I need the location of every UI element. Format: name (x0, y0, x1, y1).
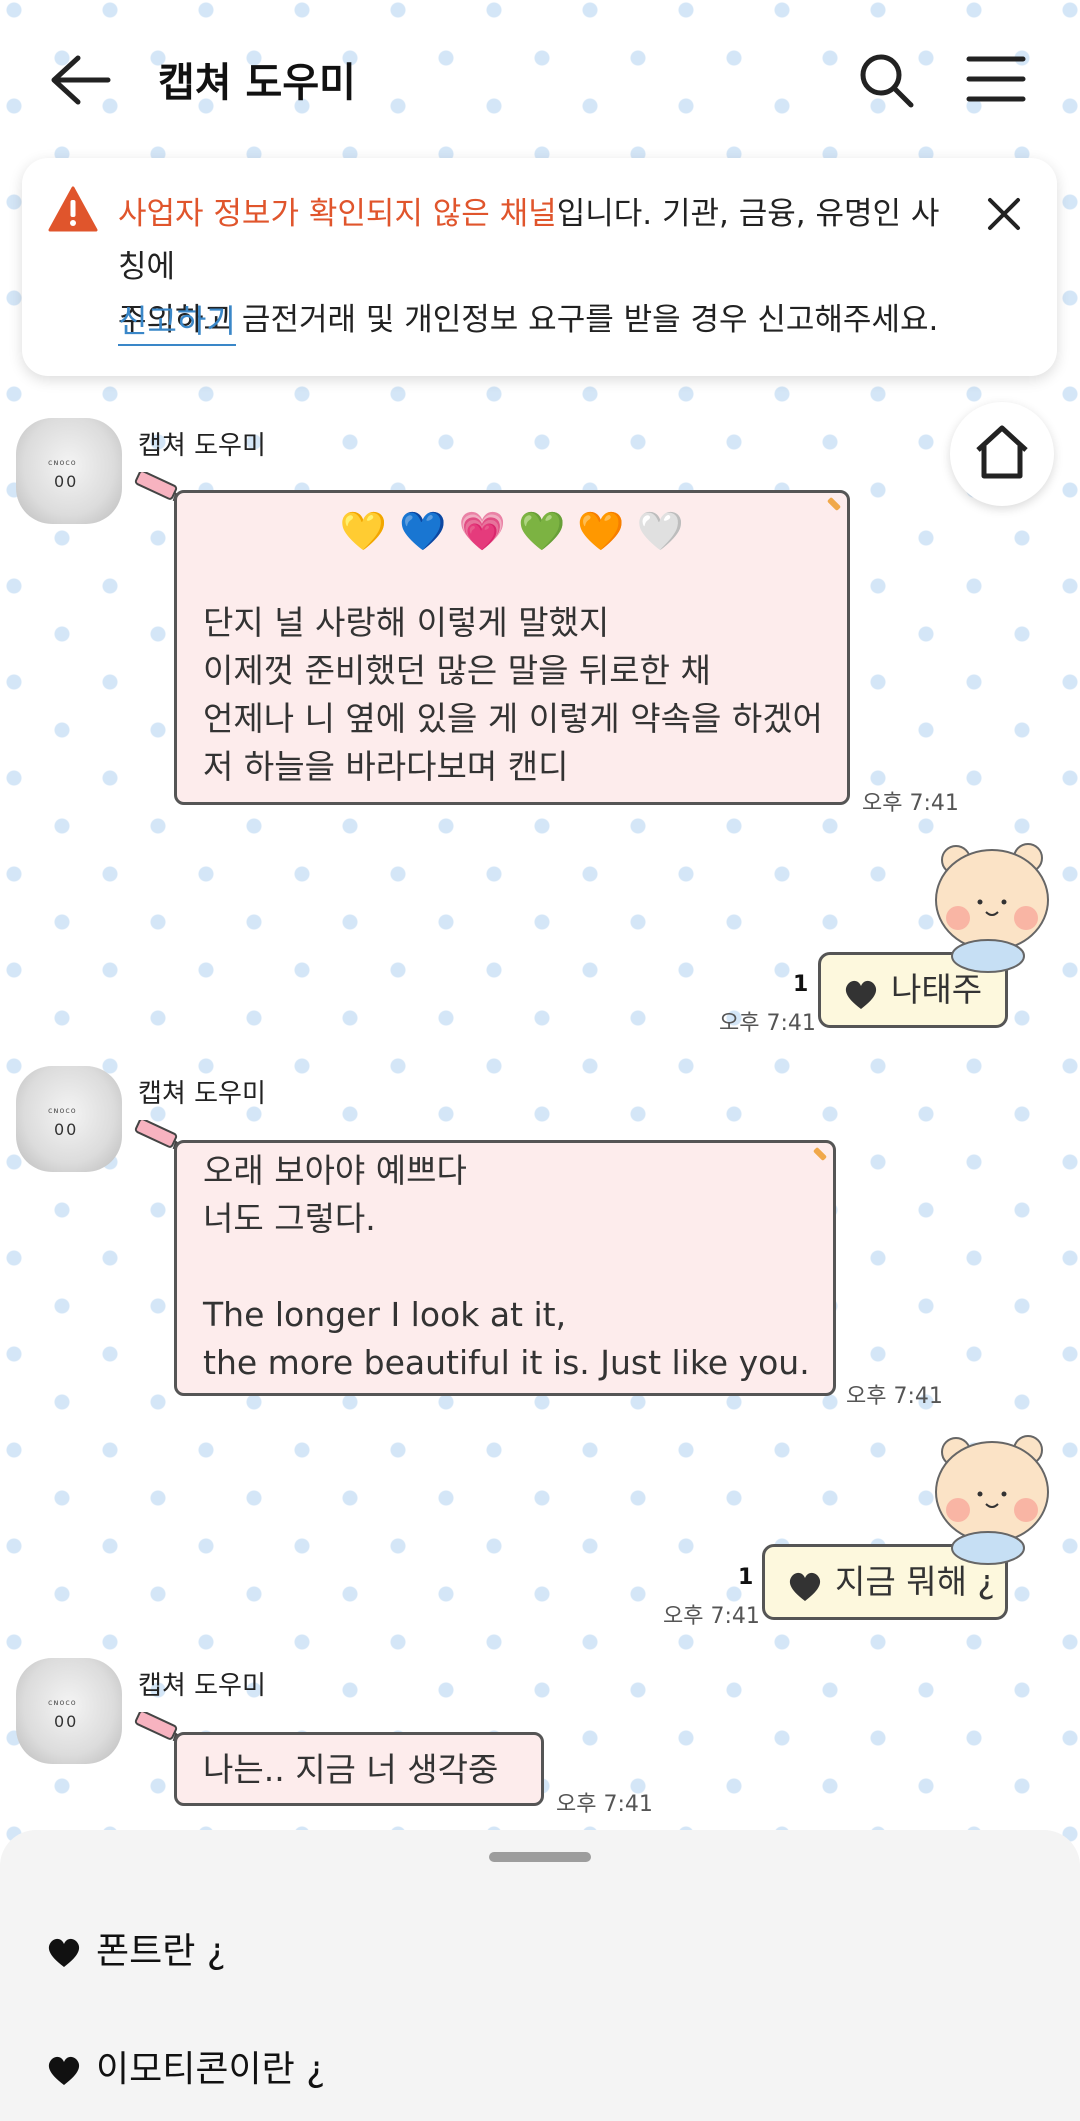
sender-name: 캡쳐 도우미 (138, 431, 266, 461)
avatar-eyes: 00 (54, 1712, 79, 1731)
message-time: 오후 7:41 (663, 1604, 760, 1629)
emoji-row: 💛 💙 💗 💚 🧡 🤍 (339, 509, 685, 553)
notice-highlight: 사업자 정보가 확인되지 않은 채널 (118, 196, 557, 232)
menu-icon[interactable] (966, 54, 1026, 104)
back-arrow-icon[interactable] (48, 52, 112, 108)
warning-icon (48, 186, 98, 232)
message-time: 오후 7:41 (862, 791, 959, 816)
message-bubble[interactable]: 💛 💙 💗 💚 🧡 🤍 단지 널 사랑해 이렇게 말했지 이제껏 준비했던 많은… (174, 490, 850, 805)
unread-count: 1 (793, 972, 809, 997)
notice-text-line2: 주의하고 금전거래 및 개인정보 요구를 받을 경우 신고해주세요. (118, 302, 939, 338)
message-time: 오후 7:41 (719, 1011, 816, 1036)
sender-avatar[interactable]: ᴄɴᴏᴄᴏ 00 (16, 418, 122, 524)
message-bubble[interactable]: 오래 보아야 예쁘다 너도 그렇다. The longer I look at … (174, 1140, 836, 1396)
avatar-eyes: 00 (54, 472, 79, 491)
message-line: The longer I look at it, (203, 1295, 567, 1334)
message-line: 너도 그렇다. (203, 1199, 376, 1238)
avatar-brand-text: ᴄɴᴏᴄᴏ (48, 458, 77, 467)
message-line: 저 하늘을 바라다보며 캔디 (203, 747, 569, 786)
message-bubble[interactable]: 나는.. 지금 너 생각중 >_< (174, 1732, 544, 1859)
unread-count: 1 (738, 1565, 754, 1590)
search-icon[interactable] (856, 50, 916, 110)
message-line: 언제나 니 옆에 있을 게 이렇게 약속을 하겠어 (203, 699, 823, 738)
message-line: 오래 보아야 예쁘다 (203, 1151, 467, 1190)
sheet-drag-handle[interactable] (489, 1852, 591, 1862)
chat-title: 캡쳐 도우미 (158, 60, 356, 106)
message-time: 오후 7:41 (556, 1792, 653, 1817)
avatar-brand-text: ᴄɴᴏᴄᴏ (48, 1698, 77, 1707)
home-button[interactable] (950, 402, 1054, 506)
bottom-sheet: 폰트란 ¿ 이모티콘이란 ¿ (0, 1830, 1080, 2121)
sender-avatar[interactable]: ᴄɴᴏᴄᴏ 00 (16, 1658, 122, 1764)
home-icon (976, 425, 1028, 479)
sheet-item-label: 폰트란 ¿ (96, 1931, 226, 1972)
heart-icon (48, 1938, 80, 1967)
message-line (203, 1243, 833, 1291)
sender-avatar[interactable]: ᴄɴᴏᴄᴏ 00 (16, 1066, 122, 1172)
message-line: 단지 널 사랑해 이렇게 말했지 (203, 603, 610, 642)
report-link[interactable]: 신고하기 (118, 296, 236, 346)
sender-name: 캡쳐 도우미 (138, 1671, 266, 1701)
heart-icon (789, 1572, 821, 1601)
heart-icon (48, 2056, 80, 2085)
notice-text: 사업자 정보가 확인되지 않은 채널입니다. 기관, 금융, 유명인 사칭에 주… (118, 188, 958, 347)
message-time: 오후 7:41 (846, 1384, 943, 1409)
sheet-item-label: 이모티콘이란 ¿ (96, 2049, 326, 2090)
avatar-brand-text: ᴄɴᴏᴄᴏ (48, 1106, 77, 1115)
sender-name: 캡쳐 도우미 (138, 1079, 266, 1109)
sheet-item-font[interactable]: 폰트란 ¿ (46, 1922, 226, 1974)
close-icon[interactable] (984, 194, 1024, 234)
bear-sticker-icon (935, 1435, 1049, 1565)
sheet-item-emoticon[interactable]: 이모티콘이란 ¿ (46, 2040, 325, 2092)
heart-icon (845, 980, 877, 1009)
avatar-eyes: 00 (54, 1120, 79, 1139)
unverified-channel-notice: 사업자 정보가 확인되지 않은 채널입니다. 기관, 금융, 유명인 사칭에 주… (22, 158, 1057, 376)
message-line: 이제껏 준비했던 많은 말을 뒤로한 채 (203, 651, 711, 690)
bear-sticker-icon (935, 843, 1049, 973)
message-line: the more beautiful it is. Just like you. (203, 1343, 810, 1382)
app-header: 캡쳐 도우미 (0, 0, 1080, 155)
